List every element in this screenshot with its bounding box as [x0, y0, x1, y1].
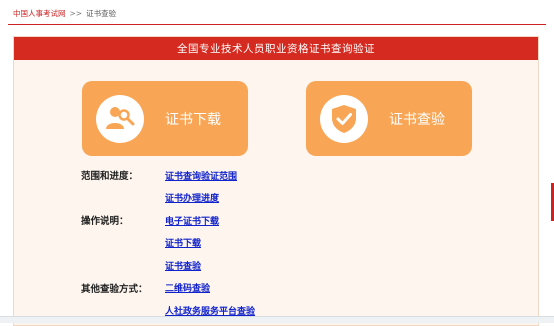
certificate-verify-link[interactable]: 证书查验	[165, 259, 201, 272]
qr-code-verify-link[interactable]: 二维码查验	[165, 281, 210, 294]
gov-platform-verify-link[interactable]: 人社政务服务平台查验	[165, 304, 255, 317]
links-section: 范围和进度： 证书查询验证范围 证书办理进度 操作说明： 电子证书下载 证书下载…	[81, 164, 341, 322]
breadcrumb-home-link[interactable]: 中国人事考试网	[13, 8, 66, 19]
status-bar	[0, 316, 554, 323]
shield-check-icon	[320, 94, 368, 143]
instructions-row: 操作说明： 电子证书下载	[81, 209, 341, 232]
breadcrumb-separator: >>	[69, 8, 83, 18]
certificate-download-link[interactable]: 证书下载	[165, 236, 201, 249]
certificate-download-button[interactable]: 证书下载	[82, 81, 248, 156]
other-methods-label: 其他查验方式：	[81, 283, 148, 295]
scope-progress-row: 范围和进度： 证书查询验证范围	[81, 164, 341, 187]
certificate-query-panel: 全国专业技术人员职业资格证书查询验证 证书下载 证书查验 范围和进度： 证书查询…	[13, 36, 539, 326]
other-methods-row: 其他查验方式： 二维码查验	[81, 277, 341, 300]
scope-progress-row-2: 证书办理进度	[81, 187, 341, 210]
top-divider	[8, 24, 546, 25]
scope-progress-label: 范围和进度：	[81, 171, 139, 183]
processing-progress-link[interactable]: 证书办理进度	[165, 191, 219, 204]
instructions-label: 操作说明：	[81, 216, 129, 228]
instructions-row-2: 证书下载	[81, 232, 341, 255]
breadcrumb: 中国人事考试网 >> 证书查验	[13, 4, 116, 22]
panel-title: 全国专业技术人员职业资格证书查询验证	[14, 37, 538, 60]
breadcrumb-current: 证书查验	[86, 8, 117, 18]
verify-scope-link[interactable]: 证书查询验证范围	[165, 169, 237, 182]
people-search-icon	[96, 94, 144, 143]
certificate-download-label: 证书下载	[165, 111, 221, 128]
e-certificate-download-link[interactable]: 电子证书下载	[165, 214, 219, 227]
instructions-row-3: 证书查验	[81, 254, 341, 277]
certificate-verify-button[interactable]: 证书查验	[306, 81, 472, 156]
certificate-verify-label: 证书查验	[389, 111, 445, 128]
